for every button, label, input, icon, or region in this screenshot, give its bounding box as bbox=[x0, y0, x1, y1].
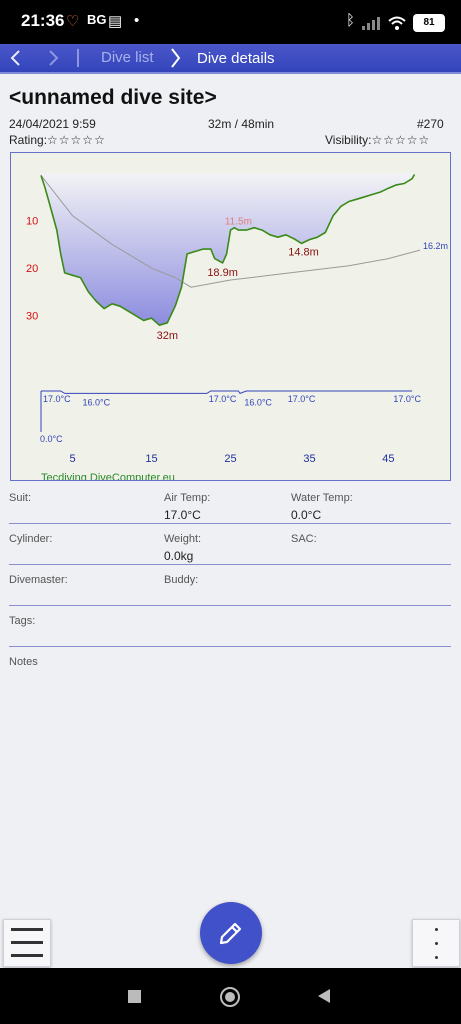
dive-datetime: 24/04/2021 9:59 bbox=[9, 117, 96, 131]
heart-rate-icon: ♡ bbox=[66, 13, 80, 30]
rating: Rating:☆☆☆☆☆ bbox=[9, 133, 106, 147]
status-time: 21:36 bbox=[21, 11, 65, 30]
app-toolbar: Dive list Dive details bbox=[0, 44, 461, 74]
temperature-label: 17.0°C bbox=[288, 394, 316, 404]
cylinder-label: Cylinder: bbox=[9, 533, 53, 545]
recent-apps-button[interactable] bbox=[128, 990, 141, 1003]
temperature-label: 16.0°C bbox=[244, 397, 272, 407]
dive-site-title: <unnamed dive site> bbox=[9, 86, 217, 109]
temperature-label: 16.0°C bbox=[82, 397, 110, 407]
temperature-label: 17.0°C bbox=[43, 394, 71, 404]
x-tick-label: 35 bbox=[303, 453, 315, 465]
notes-label: Notes bbox=[9, 656, 38, 668]
depth-label: 16.2m bbox=[423, 241, 448, 251]
back-button[interactable] bbox=[9, 45, 23, 76]
dive-computer-label: Tecdiving DiveComputer.eu bbox=[41, 472, 175, 480]
dive-depth-duration: 32m / 48min bbox=[208, 117, 275, 131]
divider bbox=[9, 523, 451, 524]
depth-label: 32m bbox=[157, 330, 178, 342]
x-tick-label: 25 bbox=[224, 453, 236, 465]
air-temp-label: Air Temp: bbox=[164, 492, 211, 504]
bluetooth-icon: ᛒ bbox=[346, 12, 356, 29]
depth-label: 11.5m bbox=[225, 217, 252, 228]
air-temp-value: 17.0°C bbox=[164, 508, 201, 522]
battery-indicator: 81 bbox=[413, 14, 445, 32]
divider bbox=[9, 564, 451, 565]
y-tick-label: 10 bbox=[26, 216, 38, 228]
visibility-label: Visibility: bbox=[325, 133, 372, 147]
breadcrumb-dive-list[interactable]: Dive list bbox=[101, 49, 154, 66]
depth-label: 18.9m bbox=[207, 267, 238, 279]
more-options-button[interactable] bbox=[412, 919, 460, 967]
weight-value: 0.0kg bbox=[164, 549, 194, 563]
carrier-badge: BG bbox=[87, 12, 107, 27]
divider bbox=[9, 605, 451, 606]
toolbar-divider bbox=[77, 49, 79, 67]
visibility-stars[interactable]: ☆☆☆☆☆ bbox=[371, 133, 430, 147]
breadcrumb-arrow bbox=[168, 45, 182, 76]
status-bar: 21:36 ♡ BG ▤ • ᛒ 81 bbox=[0, 0, 461, 44]
dive-profile-chart[interactable]: 10 20 30 5 15 25 35 45 32m 18.9m 11.5m 14.8m 16.2m 17… bbox=[10, 152, 451, 481]
edit-dive-button[interactable] bbox=[200, 902, 262, 964]
temperature-label: 17.0°C bbox=[393, 394, 421, 404]
chevron-right-icon bbox=[171, 48, 181, 68]
rating-stars[interactable]: ☆☆☆☆☆ bbox=[47, 133, 106, 147]
x-tick-label: 45 bbox=[382, 453, 394, 465]
water-temp-label: Water Temp: bbox=[291, 492, 353, 504]
divider bbox=[9, 646, 451, 647]
menu-button[interactable] bbox=[3, 919, 51, 967]
y-tick-label: 20 bbox=[26, 263, 38, 275]
x-tick-label: 15 bbox=[145, 453, 157, 465]
tags-label: Tags: bbox=[9, 615, 36, 627]
chevron-right-icon bbox=[49, 50, 59, 66]
dive-number: #270 bbox=[417, 117, 444, 131]
sac-label: SAC: bbox=[291, 533, 317, 545]
pencil-icon bbox=[219, 922, 242, 945]
depth-label: 14.8m bbox=[288, 246, 319, 258]
buddy-label: Buddy: bbox=[164, 574, 199, 586]
weight-label: Weight: bbox=[164, 533, 202, 545]
wifi-icon bbox=[388, 16, 406, 30]
forward-button[interactable] bbox=[46, 45, 60, 76]
water-temp-value: 0.0°C bbox=[291, 508, 322, 522]
chevron-left-icon bbox=[10, 50, 20, 66]
suit-label: Suit: bbox=[9, 492, 32, 504]
x-tick-label: 5 bbox=[70, 453, 76, 465]
notification-dot: • bbox=[134, 12, 140, 29]
dive-profile-svg: 10 20 30 5 15 25 35 45 32m 18.9m 11.5m 14.8m 16.2m 17… bbox=[26, 173, 448, 480]
temperature-zero-label: 0.0°C bbox=[40, 434, 63, 444]
home-button[interactable] bbox=[220, 987, 240, 1007]
breadcrumb-dive-details: Dive details bbox=[197, 50, 275, 67]
signal-icon bbox=[362, 17, 380, 30]
visibility: Visibility:☆☆☆☆☆ bbox=[325, 133, 430, 147]
system-back-button[interactable] bbox=[318, 989, 330, 1003]
divemaster-label: Divemaster: bbox=[9, 574, 68, 586]
temperature-label: 17.0°C bbox=[209, 394, 237, 404]
y-tick-label: 30 bbox=[26, 311, 38, 323]
rating-label: Rating: bbox=[9, 133, 48, 147]
calendar-icon: ▤ bbox=[108, 13, 123, 30]
